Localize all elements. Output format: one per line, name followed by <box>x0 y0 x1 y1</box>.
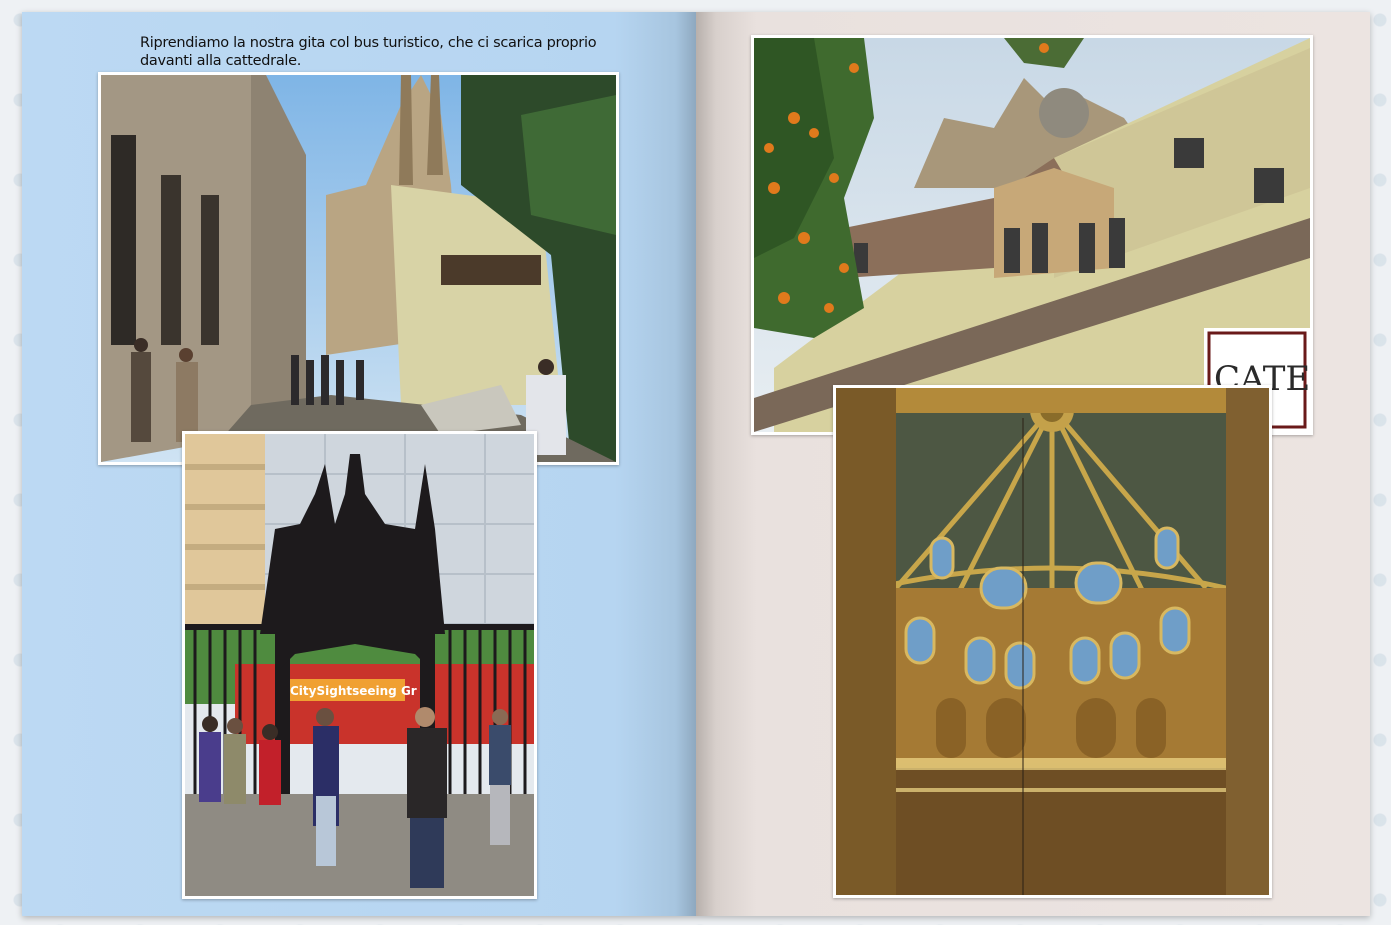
left-page: Riprendiamo la nostra gita col bus turis… <box>22 12 696 916</box>
photo-cathedral-dome <box>833 385 1272 898</box>
photo-book-spread: Riprendiamo la nostra gita col bus turis… <box>22 12 1370 916</box>
photo-gothic-gate: CitySightseeing Gr <box>182 431 537 899</box>
right-page: CATE <box>696 12 1370 916</box>
photo-street-to-cathedral <box>98 72 619 465</box>
page-caption: Riprendiamo la nostra gita col bus turis… <box>140 35 597 69</box>
photo-cathedral-exterior: CATE <box>751 35 1313 435</box>
bus-sign-text: CitySightseeing Gr <box>290 684 417 698</box>
